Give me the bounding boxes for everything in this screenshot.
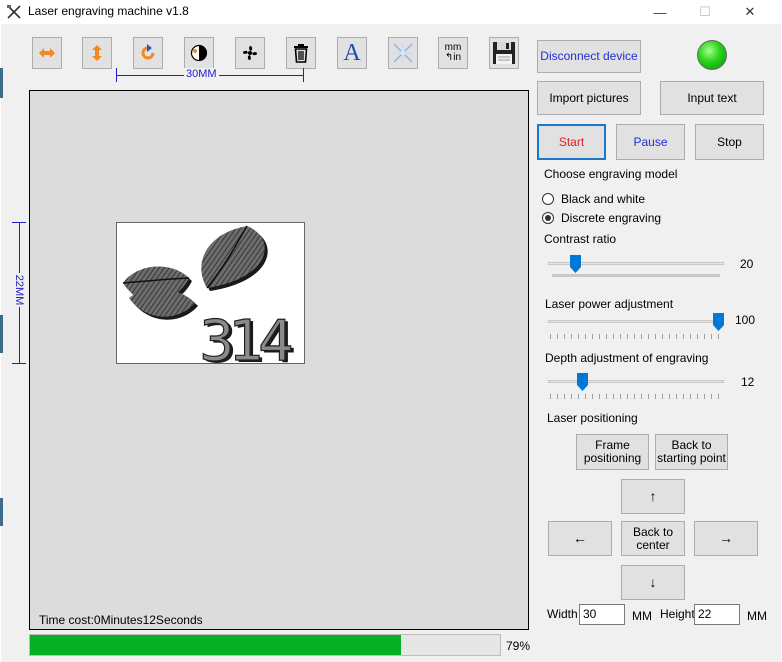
engraving-model-heading: Choose engraving model [544, 167, 678, 181]
back-to-start-button[interactable]: Back to starting point [655, 434, 728, 470]
minimize-button[interactable]: — [637, 0, 683, 24]
rotate-icon [141, 44, 155, 60]
unit-toggle-button[interactable]: mm ↰in [438, 37, 468, 69]
height-label: Height [660, 607, 695, 621]
flip-vertical-button[interactable] [82, 37, 112, 69]
window-title: Laser engraving machine v1.8 [28, 4, 189, 18]
text-tool-button[interactable]: A [337, 37, 367, 69]
connection-status-indicator [697, 40, 727, 70]
progress-bar [29, 634, 501, 656]
laser-power-slider-ticks [550, 334, 722, 339]
stop-button[interactable]: Stop [695, 124, 764, 160]
width-dimension-label: 30MM [184, 68, 219, 80]
laser-power-value: 100 [735, 313, 756, 327]
laser-positioning-heading: Laser positioning [547, 411, 638, 425]
image-preview[interactable]: 314 314 [116, 222, 305, 364]
close-button[interactable]: ✕ [727, 0, 773, 24]
depth-slider-ticks [550, 394, 722, 399]
floppy-disk-icon [493, 42, 515, 64]
invert-button[interactable] [184, 37, 214, 69]
title-bar: Laser engraving machine v1.8 — ☐ ✕ [0, 0, 782, 24]
contrast-slider-thumb[interactable] [570, 255, 581, 273]
rotate-button[interactable] [133, 37, 163, 69]
width-input[interactable]: 30 [579, 604, 625, 625]
background-window-edge [0, 498, 3, 526]
leaf-logo-image: 314 314 [122, 225, 300, 363]
save-button[interactable] [489, 37, 519, 69]
depth-slider-track [548, 380, 724, 383]
flip-vertical-icon [92, 45, 102, 61]
fan-icon [242, 45, 258, 61]
unit-in-label: ↰in [444, 52, 462, 63]
delete-button[interactable] [286, 37, 316, 69]
depth-slider[interactable] [548, 372, 724, 399]
input-text-button[interactable]: Input text [660, 81, 764, 115]
black-white-radio[interactable] [542, 193, 554, 205]
laser-power-slider-thumb[interactable] [713, 313, 724, 331]
height-unit-label: MM [747, 609, 767, 623]
frame-positioning-button[interactable]: Frame positioning [576, 434, 649, 470]
laser-power-label: Laser power adjustment [545, 297, 674, 311]
background-window-edge [0, 68, 3, 98]
move-up-button[interactable]: ↑ [621, 479, 685, 514]
laser-sparkle-button[interactable] [388, 37, 418, 69]
contrast-value: 20 [740, 257, 754, 271]
move-right-button[interactable]: → [694, 521, 758, 556]
contrast-slider-baseline [552, 274, 720, 277]
discrete-engraving-radio[interactable] [542, 212, 554, 224]
depth-value: 12 [741, 375, 755, 389]
contrast-ratio-label: Contrast ratio [544, 232, 617, 246]
invert-contrast-icon [190, 44, 208, 62]
progress-percent: 79% [506, 639, 531, 653]
height-input[interactable]: 22 [694, 604, 740, 625]
text-tool-icon: A [343, 39, 361, 66]
background-window-edge [0, 315, 3, 353]
pause-button[interactable]: Pause [616, 124, 685, 160]
fan-button[interactable] [235, 37, 265, 69]
discrete-engraving-label[interactable]: Discrete engraving [561, 211, 661, 225]
back-to-center-button[interactable]: Back to center [621, 521, 685, 556]
trash-icon [294, 44, 308, 63]
preview-number: 314 [199, 309, 291, 363]
width-unit-label: MM [632, 609, 652, 623]
move-left-button[interactable]: ← [548, 521, 612, 556]
flip-horizontal-icon [39, 48, 55, 58]
start-button[interactable]: Start [537, 124, 606, 160]
disconnect-device-button[interactable]: Disconnect device [537, 40, 641, 73]
depth-slider-thumb[interactable] [577, 373, 588, 391]
black-white-label[interactable]: Black and white [561, 192, 645, 206]
maximize-button[interactable]: ☐ [682, 0, 728, 24]
laser-power-slider[interactable] [548, 312, 724, 339]
flip-horizontal-button[interactable] [32, 37, 62, 69]
width-label: Width [547, 607, 578, 621]
height-dimension-label: 22MM [13, 273, 25, 307]
time-cost-label: Time cost:0Minutes12Seconds [39, 613, 203, 627]
progress-fill [30, 635, 401, 655]
laser-sparkle-icon [393, 43, 413, 63]
depth-adjustment-label: Depth adjustment of engraving [545, 351, 709, 365]
contrast-slider[interactable] [548, 255, 724, 277]
laser-power-slider-track [548, 320, 724, 323]
import-pictures-button[interactable]: Import pictures [537, 81, 641, 115]
app-icon [7, 5, 21, 19]
move-down-button[interactable]: ↓ [621, 565, 685, 600]
